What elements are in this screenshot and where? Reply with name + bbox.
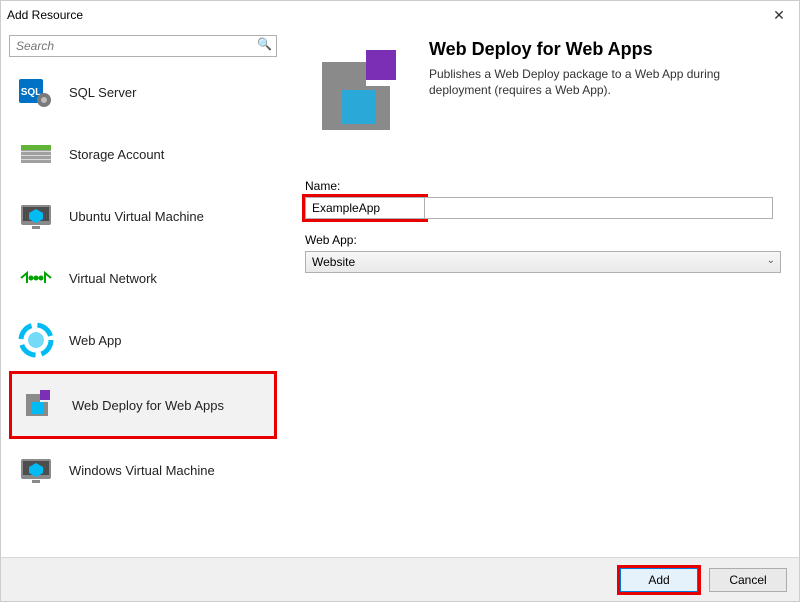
- web-deploy-icon: [18, 384, 60, 426]
- chevron-down-icon: ⌄: [767, 255, 775, 266]
- highlight-name-input: [305, 197, 425, 219]
- list-item-label: Virtual Network: [69, 271, 157, 286]
- list-item-label: SQL Server: [69, 85, 136, 100]
- name-label: Name:: [305, 179, 781, 193]
- resource-list-panel: 🔍 SQL SQL Server Storage Account: [9, 35, 277, 557]
- list-item-web-deploy[interactable]: Web Deploy for Web Apps: [12, 374, 274, 436]
- windows-vm-icon: [15, 449, 57, 491]
- search-box[interactable]: 🔍: [9, 35, 277, 57]
- storage-icon: [15, 133, 57, 175]
- list-item-label: Storage Account: [69, 147, 164, 162]
- list-item-ubuntu-vm[interactable]: Ubuntu Virtual Machine: [9, 185, 277, 247]
- search-input[interactable]: [10, 36, 276, 56]
- detail-title: Web Deploy for Web Apps: [429, 39, 781, 60]
- name-input[interactable]: [305, 197, 425, 219]
- add-button[interactable]: Add: [620, 568, 698, 592]
- detail-description: Publishes a Web Deploy package to a Web …: [429, 66, 781, 98]
- highlight-add-button: Add: [617, 565, 701, 595]
- titlebar: Add Resource ✕: [1, 1, 799, 29]
- name-input-rest[interactable]: [425, 197, 773, 219]
- ubuntu-vm-icon: [15, 195, 57, 237]
- window-title: Add Resource: [7, 8, 765, 22]
- list-item-virtual-network[interactable]: Virtual Network: [9, 247, 277, 309]
- web-app-icon: [15, 319, 57, 361]
- highlight-selected-item: Web Deploy for Web Apps: [9, 371, 277, 439]
- search-icon: 🔍: [257, 37, 272, 51]
- close-icon[interactable]: ✕: [765, 7, 793, 24]
- list-item-label: Web App: [69, 333, 122, 348]
- add-resource-dialog: Add Resource ✕ 🔍 SQL SQL Server: [0, 0, 800, 602]
- resource-list: SQL SQL Server Storage Account Ubuntu Vi…: [9, 61, 277, 557]
- detail-form: Name: Web App: Website ⌄: [305, 179, 781, 273]
- list-item-label: Ubuntu Virtual Machine: [69, 209, 204, 224]
- webapp-select[interactable]: Website ⌄: [305, 251, 781, 273]
- content-area: 🔍 SQL SQL Server Storage Account: [1, 29, 799, 557]
- list-item-windows-vm[interactable]: Windows Virtual Machine: [9, 439, 277, 501]
- list-item-sql-server[interactable]: SQL SQL Server: [9, 61, 277, 123]
- sql-server-icon: SQL: [15, 71, 57, 113]
- webapp-select-value: Website: [305, 251, 781, 273]
- list-item-web-app[interactable]: Web App: [9, 309, 277, 371]
- web-deploy-large-icon: [305, 39, 415, 149]
- webapp-label: Web App:: [305, 233, 781, 247]
- cancel-button[interactable]: Cancel: [709, 568, 787, 592]
- list-item-label: Windows Virtual Machine: [69, 463, 215, 478]
- list-item-label: Web Deploy for Web Apps: [72, 398, 224, 413]
- detail-header: Web Deploy for Web Apps Publishes a Web …: [305, 39, 781, 149]
- detail-panel: Web Deploy for Web Apps Publishes a Web …: [277, 35, 791, 557]
- vnet-icon: [15, 257, 57, 299]
- dialog-footer: Add Cancel: [1, 557, 799, 601]
- list-item-storage-account[interactable]: Storage Account: [9, 123, 277, 185]
